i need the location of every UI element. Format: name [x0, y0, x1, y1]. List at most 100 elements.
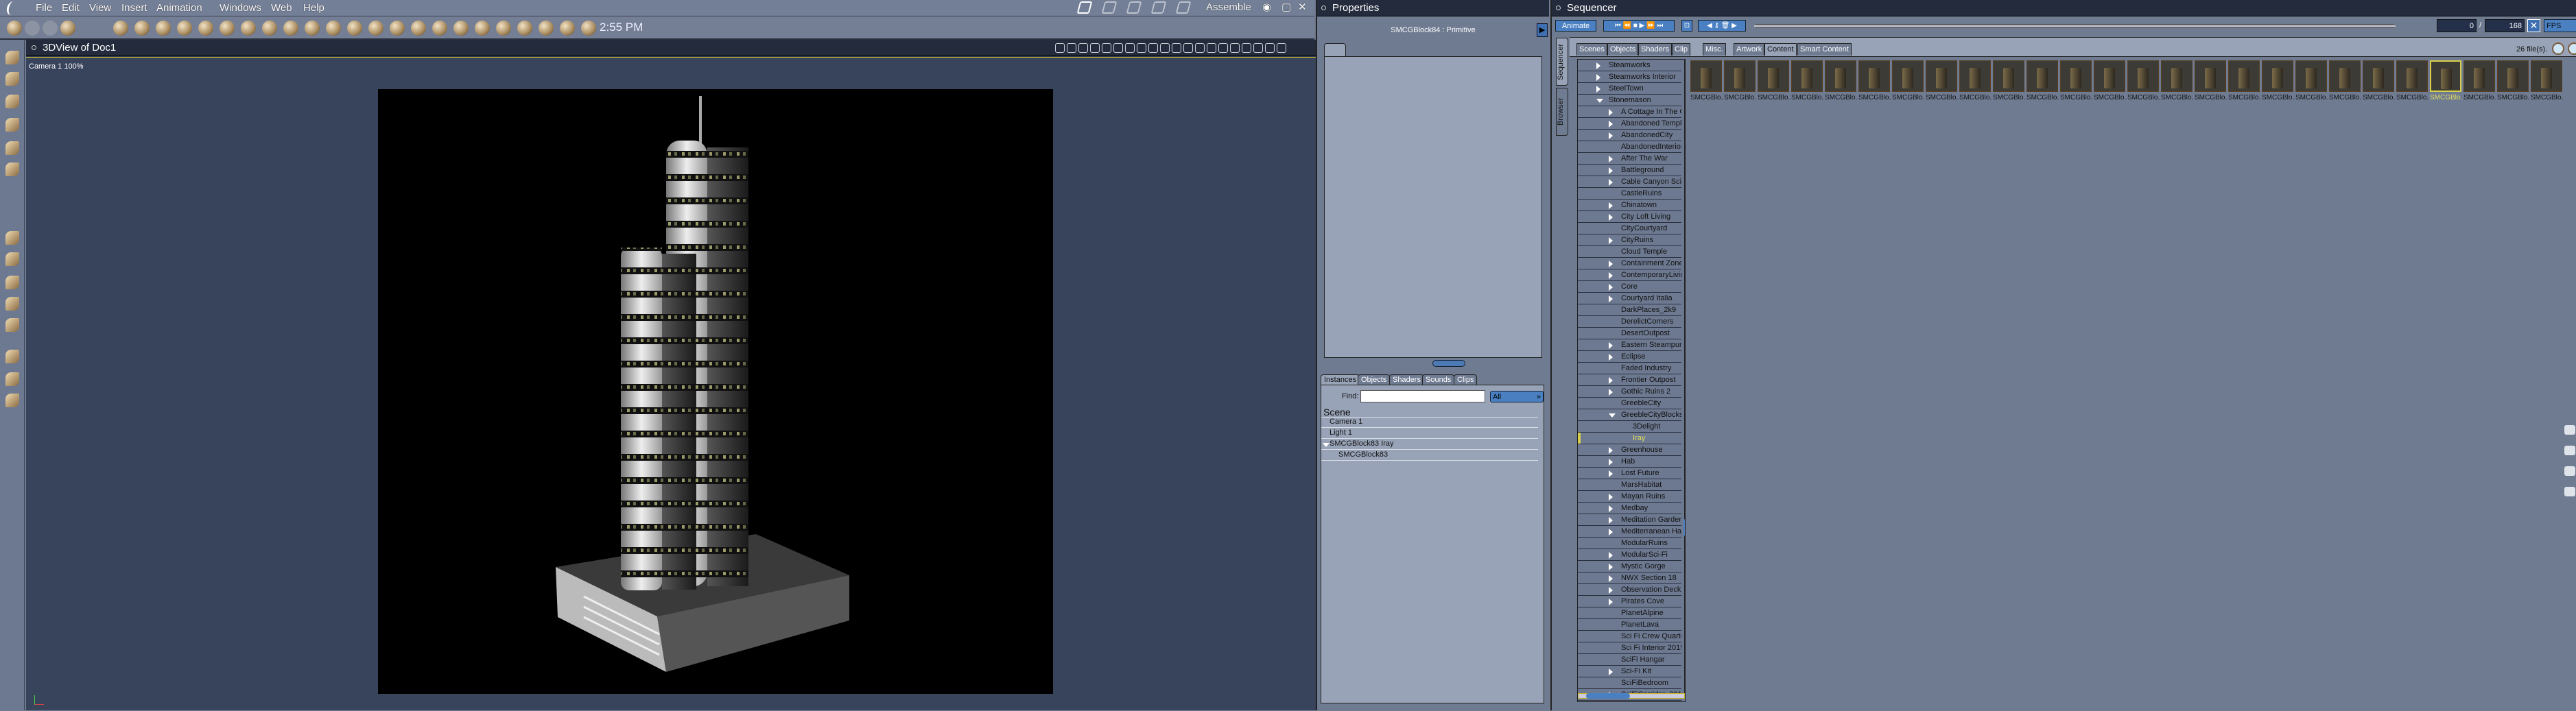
menu-animation[interactable]: Animation [156, 2, 202, 14]
tree-item[interactable]: Mayan Ruins [1578, 491, 1681, 503]
tool-7-icon[interactable] [5, 252, 19, 266]
tab-shaders[interactable]: Shaders [1638, 43, 1672, 56]
view-tool-18-icon[interactable] [1265, 43, 1275, 53]
tool-2-icon[interactable] [5, 95, 19, 108]
view-tool-5-icon[interactable] [1113, 43, 1123, 53]
file-label[interactable]: SMCGBlo. [2497, 94, 2531, 101]
tab-sequencer[interactable]: Sequencer [1556, 38, 1568, 86]
ocean-icon[interactable] [347, 21, 362, 36]
tree-item[interactable]: Steamworks Interior [1578, 71, 1681, 83]
hierarchy-icon[interactable] [539, 21, 554, 36]
hand-tool-icon[interactable] [25, 21, 40, 36]
tree-item[interactable]: PlanetAlpine [1578, 607, 1681, 619]
menu-windows[interactable]: Windows [220, 2, 261, 14]
bowl-icon[interactable] [453, 21, 469, 36]
view-tool-11-icon[interactable] [1183, 43, 1193, 53]
tree-item[interactable]: NWX Section 18 [1578, 573, 1681, 584]
expand-triangle-icon[interactable] [1609, 505, 1613, 512]
view-tool-1-icon[interactable] [1067, 43, 1076, 53]
animate-button[interactable]: Animate [1555, 20, 1596, 32]
file-label[interactable]: SMCGBlo. [2463, 94, 2497, 101]
view-tool-16-icon[interactable] [1242, 43, 1251, 53]
view-tool-12-icon[interactable] [1195, 43, 1205, 53]
tree-item[interactable]: Mediterranean Haven [1578, 526, 1681, 538]
texture-room-icon[interactable] [1150, 1, 1167, 14]
tool-12-icon[interactable] [5, 372, 19, 386]
file-label[interactable]: SMCGBlo. [2026, 94, 2060, 101]
tool-13-icon[interactable] [5, 394, 19, 407]
expand-triangle-icon[interactable] [1609, 121, 1613, 128]
tree-item[interactable]: A Cottage In The Country [1578, 106, 1681, 118]
file-thumbnail[interactable] [2329, 60, 2361, 92]
tree-item[interactable]: Containment Zone [1578, 258, 1681, 269]
globe-icon[interactable] [156, 21, 171, 36]
expand-triangle-icon[interactable] [1609, 447, 1613, 454]
assemble-room-icon[interactable] [1076, 1, 1093, 14]
key-nav-controls[interactable]: ◀ ⚷ 🗑 ▶ [1698, 20, 1746, 32]
close-icon[interactable]: ✕ [1298, 1, 1307, 13]
collapse-triangle-icon[interactable] [1596, 99, 1603, 103]
tree-item[interactable]: Eclipse [1578, 351, 1681, 363]
figure-icon[interactable] [177, 21, 192, 36]
tree-item[interactable]: Steamworks [1578, 60, 1681, 71]
file-thumbnail[interactable] [2228, 60, 2260, 92]
file-label[interactable]: SMCGBlo. [2396, 94, 2430, 101]
3d-viewport[interactable]: Camera 1 100% [26, 57, 1316, 710]
file-label[interactable]: SMCGBlo. [1892, 94, 1926, 101]
side-tool-1-icon[interactable] [2564, 446, 2575, 455]
cloud-icon[interactable] [305, 21, 320, 36]
file-thumbnail[interactable] [1724, 60, 1756, 92]
expand-triangle-icon[interactable] [1609, 575, 1613, 582]
file-thumbnail[interactable] [2060, 60, 2092, 92]
tree-item[interactable]: Core [1578, 281, 1681, 293]
tree-item[interactable]: After The War [1578, 153, 1681, 165]
filter-select[interactable]: All » [1490, 391, 1544, 402]
file-label[interactable]: SMCGBlo. [2127, 94, 2161, 101]
expand-triangle-icon[interactable] [1609, 342, 1613, 349]
model-room-icon[interactable] [1101, 1, 1118, 14]
file-label[interactable]: SMCGBlo. [2161, 94, 2195, 101]
file-thumbnail[interactable] [2463, 60, 2495, 92]
paint-tool-icon[interactable] [60, 21, 75, 36]
expand-triangle-icon[interactable] [1609, 552, 1613, 559]
expand-triangle-icon[interactable] [1609, 354, 1613, 361]
view-tool-8-icon[interactable] [1148, 43, 1158, 53]
instance-row[interactable]: SMCGBlock83 [1321, 450, 1538, 461]
fireworks-icon[interactable] [368, 21, 383, 36]
expand-triangle-icon[interactable] [1609, 179, 1613, 186]
menu-view[interactable]: View [89, 2, 111, 14]
tree-item[interactable]: CityCourtyard [1578, 223, 1681, 234]
tab-misc-[interactable]: Misc. [1703, 43, 1726, 56]
tool-9-icon[interactable] [5, 297, 19, 311]
file-label[interactable]: SMCGBlo. [2295, 94, 2329, 101]
tree-item[interactable]: Gothic Ruins 2 [1578, 386, 1681, 398]
plant-icon[interactable] [283, 21, 298, 36]
tree-hscroll-thumb[interactable] [1586, 693, 1630, 699]
tab-browser[interactable]: Browser [1556, 88, 1568, 136]
tree-item[interactable]: Mystic Gorge [1578, 561, 1681, 573]
instance-row[interactable]: Scene [1321, 406, 1538, 418]
tree-item[interactable]: Lost Future [1578, 468, 1681, 479]
view-tool-17-icon[interactable] [1253, 43, 1263, 53]
view-tool-14-icon[interactable] [1218, 43, 1228, 53]
file-thumbnail[interactable] [1993, 60, 2024, 92]
expand-triangle-icon[interactable] [1609, 529, 1613, 535]
tree-item[interactable]: Meditation Gardens [1578, 514, 1681, 526]
expand-triangle-icon[interactable] [1609, 459, 1613, 466]
expand-triangle-icon[interactable] [1609, 132, 1613, 139]
up-arrow-button[interactable] [2552, 43, 2564, 55]
transport-controls[interactable]: ⏮ ⏪ ■ ▶ ⏩ ⏭ [1603, 20, 1675, 32]
render-room-icon[interactable] [1175, 1, 1192, 14]
file-thumbnail[interactable] [2531, 60, 2562, 92]
tree-item[interactable]: Eastern Steampunk [1578, 339, 1681, 351]
view-tool-19-icon[interactable] [1277, 43, 1286, 53]
file-thumbnail[interactable] [2363, 60, 2394, 92]
fps-select[interactable]: FPS [2544, 19, 2576, 32]
view-tool-7-icon[interactable] [1137, 43, 1146, 53]
view-tool-13-icon[interactable] [1207, 43, 1216, 53]
file-label[interactable]: SMCGBlo. [1690, 94, 1724, 101]
tree-item[interactable]: Sci Fi Crew Quarters [1578, 631, 1681, 642]
expand-triangle-icon[interactable] [1323, 443, 1330, 447]
tab-smart-content[interactable]: Smart Content [1797, 43, 1852, 56]
tree-item[interactable]: GreebleCityBlocks [1578, 409, 1681, 421]
